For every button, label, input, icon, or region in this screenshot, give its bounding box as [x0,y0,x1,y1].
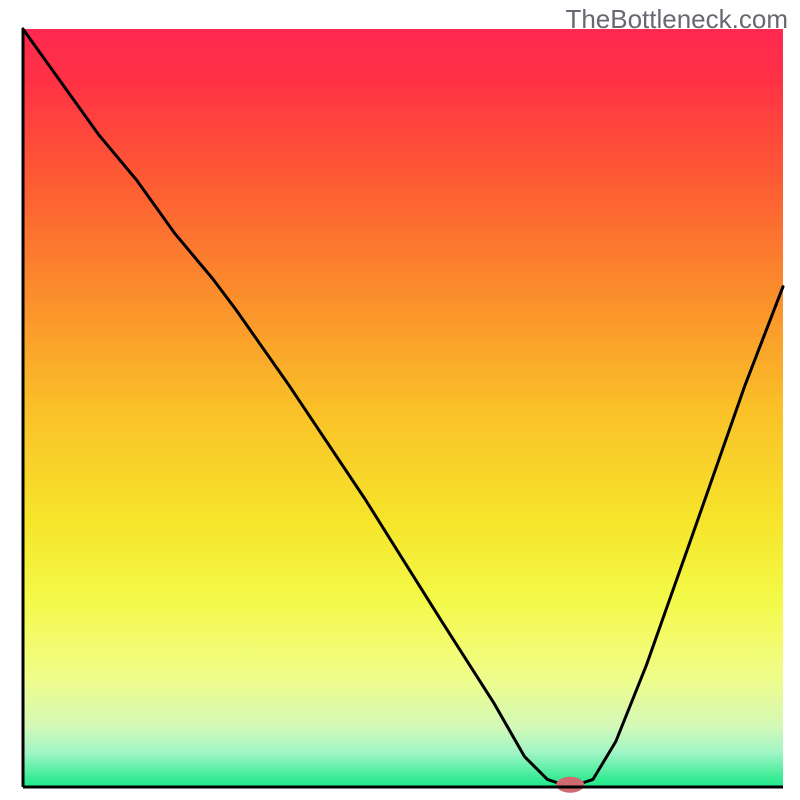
watermark-label: TheBottleneck.com [565,4,788,35]
plot-background [23,29,783,787]
bottleneck-chart [0,0,800,800]
chart-container: TheBottleneck.com [0,0,800,800]
optimal-point-marker [556,777,584,793]
